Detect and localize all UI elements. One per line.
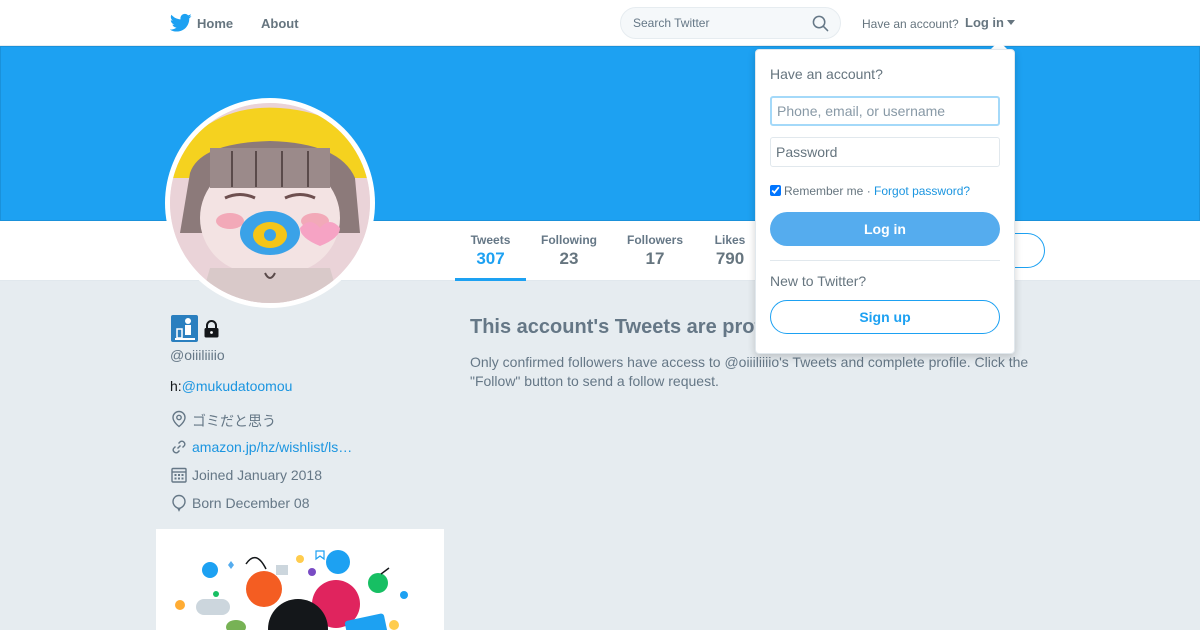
calendar-icon bbox=[171, 467, 187, 483]
top-navigation-bar: Home About Have an account? Log in bbox=[0, 0, 1200, 46]
bio-text: h: bbox=[170, 378, 182, 394]
profile-url-link[interactable]: amazon.jp/hz/wishlist/ls… bbox=[192, 439, 352, 455]
joined-text: Joined January 2018 bbox=[192, 467, 322, 483]
balloon-icon bbox=[172, 494, 186, 512]
twitter-bird-icon[interactable] bbox=[170, 13, 192, 33]
search-box bbox=[620, 7, 841, 39]
stat-value: 23 bbox=[559, 249, 579, 268]
avatar-image bbox=[170, 103, 370, 303]
remember-me-checkbox[interactable] bbox=[770, 185, 781, 196]
stat-likes[interactable]: Likes 790 bbox=[714, 233, 746, 269]
screen-name: @oiiiliiiio bbox=[170, 347, 225, 363]
custom-badge-icon bbox=[171, 315, 198, 342]
link-icon bbox=[172, 440, 186, 454]
stat-label: Likes bbox=[714, 233, 746, 247]
caret-down-icon bbox=[1007, 20, 1015, 25]
lock-icon bbox=[204, 320, 219, 338]
avatar-illustration bbox=[170, 103, 370, 303]
login-dropdown: Have an account? Remember me · Forgot pa… bbox=[755, 49, 1015, 354]
active-tab-indicator bbox=[455, 278, 526, 281]
promo-card[interactable] bbox=[156, 529, 444, 630]
username-field[interactable] bbox=[770, 96, 1000, 126]
stat-label: Following bbox=[541, 233, 597, 247]
profile-avatar[interactable] bbox=[165, 98, 375, 308]
stat-label: Tweets bbox=[470, 233, 511, 247]
stat-value: 790 bbox=[715, 249, 745, 268]
stat-following[interactable]: Following 23 bbox=[541, 233, 597, 269]
remember-me-row: Remember me · Forgot password? bbox=[770, 184, 970, 198]
bio-mention-link[interactable]: @mukudatoomou bbox=[182, 378, 293, 394]
login-dropdown-toggle[interactable]: Log in bbox=[965, 15, 1015, 30]
login-toggle-label: Log in bbox=[965, 15, 1004, 30]
stat-value: 17 bbox=[645, 249, 665, 268]
password-field[interactable] bbox=[770, 137, 1000, 167]
have-account-label: Have an account? bbox=[862, 17, 959, 31]
nav-about-link[interactable]: About bbox=[261, 16, 299, 31]
stat-label: Followers bbox=[627, 233, 684, 247]
login-button[interactable]: Log in bbox=[770, 212, 1000, 246]
separator-dot: · bbox=[866, 184, 871, 198]
location-pin-icon bbox=[172, 410, 186, 428]
profile-bio: h:@mukudatoomou bbox=[170, 378, 292, 394]
remember-me-label: Remember me bbox=[784, 184, 864, 198]
search-input[interactable] bbox=[633, 14, 813, 32]
location-text: ゴミだと思う bbox=[192, 413, 276, 429]
stat-followers[interactable]: Followers 17 bbox=[627, 233, 683, 269]
protected-account-description: Only confirmed followers have access to … bbox=[470, 354, 1029, 389]
search-icon[interactable] bbox=[812, 15, 829, 32]
stat-tweets[interactable]: Tweets 307 bbox=[470, 233, 511, 269]
dropdown-heading: Have an account? bbox=[770, 66, 883, 82]
new-to-twitter-label: New to Twitter? bbox=[770, 273, 867, 289]
stat-value: 307 bbox=[476, 249, 505, 268]
nav-home-link[interactable]: Home bbox=[197, 16, 233, 31]
forgot-password-link[interactable]: Forgot password? bbox=[874, 184, 970, 198]
signup-button[interactable]: Sign up bbox=[770, 300, 1000, 334]
born-text: Born December 08 bbox=[192, 495, 310, 511]
dropdown-divider bbox=[770, 260, 1000, 261]
promo-illustration bbox=[175, 550, 408, 630]
